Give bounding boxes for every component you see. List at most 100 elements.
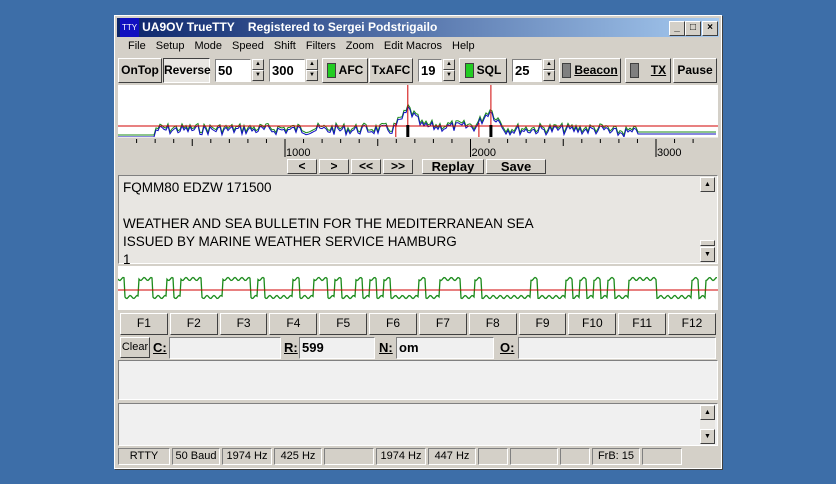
macro-keys: F1 F2 F3 F4 F5 F6 F7 F8 F9 F10 F11 F12: [120, 313, 718, 335]
macro-key-f7[interactable]: F7: [418, 313, 467, 335]
beacon-spinner[interactable]: ▲ ▼: [543, 59, 555, 81]
maximize-button[interactable]: □: [685, 21, 701, 36]
replay-button[interactable]: Replay: [422, 159, 484, 174]
menu-file[interactable]: File: [123, 40, 151, 52]
ruler-label: 3000: [657, 147, 681, 159]
ruler-label: 2000: [472, 147, 496, 159]
tx-button[interactable]: TX: [625, 58, 671, 83]
prev-fast-button[interactable]: <<: [351, 159, 381, 174]
transmit-buffer[interactable]: [118, 360, 718, 400]
afc-led-icon: [326, 63, 336, 79]
status-field: 1974 Hz: [376, 448, 426, 465]
macro-key-f4[interactable]: F4: [269, 313, 318, 335]
macro-key-f3[interactable]: F3: [219, 313, 268, 335]
pause-button[interactable]: Pause: [673, 58, 717, 83]
ontop-button[interactable]: OnTop: [118, 58, 162, 83]
shift-spinner[interactable]: ▲ ▼: [306, 59, 318, 81]
sql-led-icon: [464, 63, 474, 79]
rx-line: WEATHER AND SEA BULLETIN FOR THE MEDITER…: [123, 216, 534, 231]
next-button[interactable]: >: [319, 159, 349, 174]
status-field: 425 Hz: [274, 448, 322, 465]
sql-label: SQL: [476, 63, 502, 77]
log-scrollbar[interactable]: ▲ ▼: [700, 405, 715, 444]
callsign-label: C:: [153, 340, 167, 355]
beacon-button[interactable]: Beacon: [559, 58, 621, 83]
afc-button[interactable]: AFC: [322, 58, 368, 83]
macro-key-f8[interactable]: F8: [468, 313, 517, 335]
menu-filters[interactable]: Filters: [301, 40, 341, 52]
beacon-interval-input[interactable]: 25: [512, 59, 542, 82]
scroll-up-icon[interactable]: ▲: [700, 405, 715, 420]
title-bar: TTY UA9OV TrueTTY Registered to Sergei Po…: [117, 18, 719, 37]
squelch-spinner[interactable]: ▲ ▼: [443, 59, 455, 81]
prev-button[interactable]: <: [287, 159, 317, 174]
rx-line: [123, 197, 713, 215]
status-field: 447 Hz: [428, 448, 476, 465]
spectrum-display[interactable]: [118, 85, 718, 137]
macro-key-f11[interactable]: F11: [618, 313, 667, 335]
macro-key-f2[interactable]: F2: [169, 313, 218, 335]
rx-line: ISSUED BY MARINE WEATHER SERVICE HAMBURG: [123, 234, 457, 249]
menu-bar: File Setup Mode Speed Shift Filters Zoom Edit M…: [123, 40, 480, 52]
menu-edit-macros[interactable]: Edit Macros: [379, 40, 447, 52]
next-fast-button[interactable]: >>: [383, 159, 413, 174]
rx-line: FQMM80 EDZW 171500: [123, 180, 272, 195]
macro-key-f6[interactable]: F6: [369, 313, 417, 335]
window-title: UA9OV TrueTTY Registered to Sergei Podst…: [142, 20, 438, 34]
scroll-down-icon[interactable]: ▼: [700, 247, 715, 262]
status-field: 50 Baud: [172, 448, 220, 465]
speed-spinner[interactable]: ▲ ▼: [252, 59, 264, 81]
shift-input[interactable]: 300: [269, 59, 305, 82]
tone-marker: [406, 125, 410, 137]
status-field: [560, 448, 590, 465]
scroll-down-icon[interactable]: ▼: [700, 429, 715, 444]
macro-key-f9[interactable]: F9: [518, 313, 567, 335]
sql-button[interactable]: SQL: [459, 58, 507, 83]
app-icon: TTY: [120, 18, 140, 37]
rst-label: R:: [284, 340, 298, 355]
close-button[interactable]: ×: [702, 21, 718, 36]
ruler-label: 1000: [286, 147, 310, 159]
status-field: [478, 448, 508, 465]
beacon-label: Beacon: [574, 63, 618, 77]
other-input[interactable]: [518, 337, 716, 359]
status-field: RTTY: [118, 448, 170, 465]
menu-mode[interactable]: Mode: [189, 40, 227, 52]
minimize-button[interactable]: _: [669, 21, 685, 36]
rst-input[interactable]: 599: [299, 337, 375, 359]
scroll-up-icon[interactable]: ▲: [700, 177, 715, 192]
beacon-led-icon: [562, 63, 572, 79]
reverse-button[interactable]: Reverse: [163, 58, 211, 83]
txafc-button[interactable]: TxAFC: [369, 58, 413, 83]
name-label: N:: [379, 340, 393, 355]
callsign-input[interactable]: [169, 337, 281, 359]
clear-button[interactable]: Clear: [120, 337, 150, 358]
macro-key-f12[interactable]: F12: [668, 313, 716, 335]
rx-scrollbar[interactable]: ▲ ▼: [700, 177, 715, 262]
status-field: [324, 448, 374, 465]
scroll-thumb[interactable]: [700, 240, 715, 246]
squelch-input[interactable]: 19: [418, 59, 442, 82]
fsk-signal-line: [118, 276, 718, 300]
menu-setup[interactable]: Setup: [151, 40, 190, 52]
macro-key-f1[interactable]: F1: [120, 313, 168, 335]
name-input[interactable]: om: [396, 337, 494, 359]
menu-shift[interactable]: Shift: [269, 40, 301, 52]
status-field: FrB: 15: [592, 448, 640, 465]
menu-speed[interactable]: Speed: [227, 40, 269, 52]
truetty-window: TTY UA9OV TrueTTY Registered to Sergei Po…: [114, 15, 722, 469]
menu-zoom[interactable]: Zoom: [341, 40, 379, 52]
save-button[interactable]: Save: [486, 159, 546, 174]
other-label: O:: [500, 340, 515, 355]
receive-text-area[interactable]: FQMM80 EDZW 171500 WEATHER AND SEA BULLET…: [118, 175, 718, 267]
speed-input[interactable]: 50: [215, 59, 251, 82]
tx-led-icon: [629, 63, 639, 79]
menu-help[interactable]: Help: [447, 40, 480, 52]
status-field: [642, 448, 682, 465]
log-text-area[interactable]: ▲ ▼: [118, 403, 718, 446]
macro-key-f5[interactable]: F5: [319, 313, 368, 335]
tone-marker: [489, 125, 493, 137]
status-field: 1974 Hz: [222, 448, 272, 465]
frequency-ruler[interactable]: 1000 2000 3000: [118, 137, 718, 159]
macro-key-f10[interactable]: F10: [568, 313, 617, 335]
